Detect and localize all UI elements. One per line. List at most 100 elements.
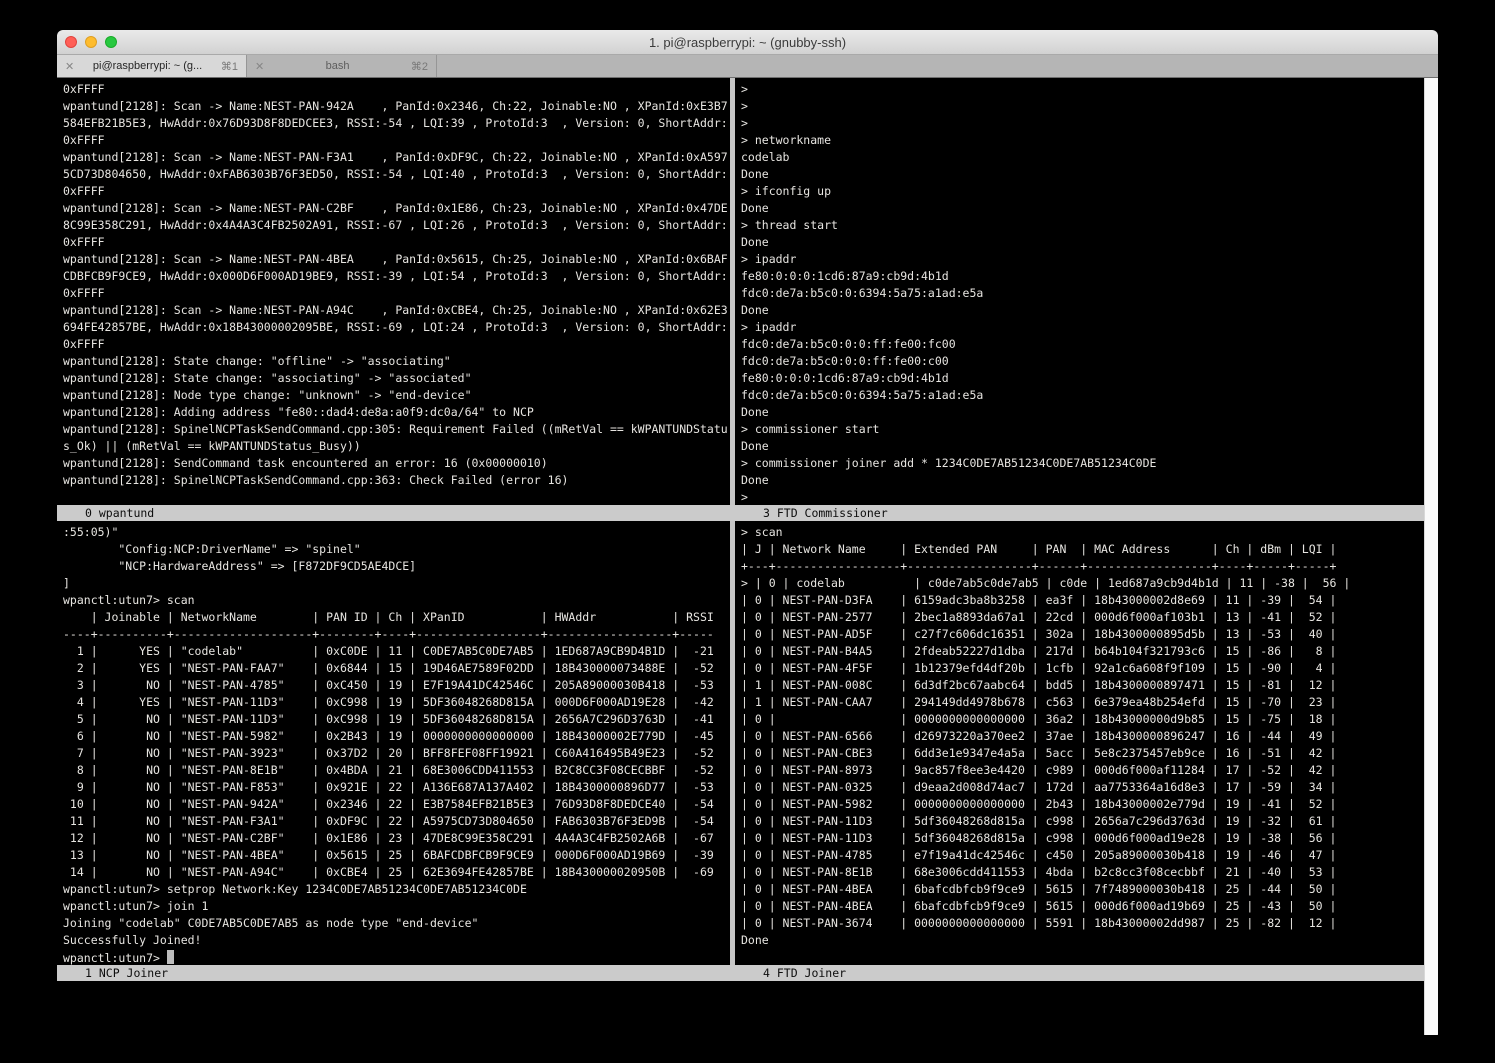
minimize-window-button[interactable] <box>85 36 97 48</box>
prompt-line: wpanctl:utun7> <box>63 950 730 965</box>
terminal-line: | 0 | NEST-PAN-11D3 | 5df36048268d815a |… <box>741 814 1438 831</box>
tab-label: bash <box>270 60 405 72</box>
terminal-line: > thread start <box>741 218 1438 235</box>
terminal-line: 5CD73D804650, HwAddr:0xFAB6303B76F3ED50,… <box>63 167 730 184</box>
terminal-line: | 1 | NEST-PAN-008C | 6d3df2bc67aabc64 |… <box>741 678 1438 695</box>
terminal-line: "Config:NCP:DriverName" => "spinel" <box>63 542 730 559</box>
terminal-line: wpantund[2128]: Scan -> Name:NEST-PAN-4B… <box>63 252 730 269</box>
tab-shortcut: ⌘1 <box>221 60 238 73</box>
status-ftd-commissioner: 3 FTD Commissioner <box>735 505 1438 521</box>
tab-ssh-session[interactable]: ✕ pi@raspberrypi: ~ (g... ⌘1 <box>57 55 247 77</box>
terminal-line: > ipaddr <box>741 252 1438 269</box>
terminal-line: +---+------------------+----------------… <box>741 559 1438 576</box>
terminal-line: 0xFFFF <box>63 82 730 99</box>
terminal-line: Done <box>741 473 1438 490</box>
terminal-line: | 0 | NEST-PAN-5982 | 0000000000000000 |… <box>741 797 1438 814</box>
terminal-line: 0xFFFF <box>63 184 730 201</box>
terminal-line: | 0 | NEST-PAN-4785 | e7f19a41dc42546c |… <box>741 848 1438 865</box>
terminal-line: 13 | NO | "NEST-PAN-4BEA" | 0x5615 | 25 … <box>63 848 730 865</box>
terminal-line: fe80:0:0:0:1cd6:87a9:cb9d:4b1d <box>741 371 1438 388</box>
terminal-line: wpantund[2128]: SpinelNCPTaskSendCommand… <box>63 422 730 439</box>
terminal-line: 11 | NO | "NEST-PAN-F3A1" | 0xDF9C | 22 … <box>63 814 730 831</box>
tab-label: pi@raspberrypi: ~ (g... <box>80 60 215 72</box>
terminal-line: > <box>741 99 1438 116</box>
terminal-line: | 0 | NEST-PAN-B4A5 | 2fdeab52227d1dba |… <box>741 644 1438 661</box>
terminal-line: 0xFFFF <box>63 133 730 150</box>
tab-bash[interactable]: ✕ bash ⌘2 <box>247 55 437 77</box>
terminal-line: wpantund[2128]: Scan -> Name:NEST-PAN-F3… <box>63 150 730 167</box>
terminal-line: ----+----------+--------------------+---… <box>63 627 730 644</box>
terminal-line: "NCP:HardwareAddress" => [F872DF9CD5AE4D… <box>63 559 730 576</box>
terminal-line: wpantund[2128]: SendCommand task encount… <box>63 456 730 473</box>
terminal-line: s_Ok) || (mRetVal == kWPANTUNDStatus_Bus… <box>63 439 730 456</box>
terminal-line: > ifconfig up <box>741 184 1438 201</box>
pane-ncp-joiner[interactable]: :55:05)" "Config:NCP:DriverName" => "spi… <box>57 521 730 965</box>
window-titlebar[interactable]: 1. pi@raspberrypi: ~ (gnubby-ssh) <box>57 30 1438 55</box>
pane-status-row-bottom: 1 NCP Joiner 4 FTD Joiner <box>57 965 1438 981</box>
terminal-line: wpantund[2128]: Node type change: "unkno… <box>63 388 730 405</box>
close-tab-icon[interactable]: ✕ <box>255 60 264 73</box>
window-title: 1. pi@raspberrypi: ~ (gnubby-ssh) <box>57 30 1438 55</box>
terminal-line: | 0 | NEST-PAN-3674 | 0000000000000000 |… <box>741 916 1438 933</box>
terminal-line: | 0 | NEST-PAN-AD5F | c27f7c606dc16351 |… <box>741 627 1438 644</box>
bottom-pane-row: :55:05)" "Config:NCP:DriverName" => "spi… <box>57 521 1438 965</box>
terminal-line: Done <box>741 439 1438 456</box>
terminal-line: 14 | NO | "NEST-PAN-A94C" | 0xCBE4 | 25 … <box>63 865 730 882</box>
terminal-line: fe80:0:0:0:1cd6:87a9:cb9d:4b1d <box>741 269 1438 286</box>
terminal-line: | 0 | NEST-PAN-4BEA | 6bafcdbfcb9f9ce9 |… <box>741 899 1438 916</box>
prompt-text: wpanctl:utun7> <box>63 951 167 965</box>
terminal-line: | 0 | NEST-PAN-11D3 | 5df36048268d815a |… <box>741 831 1438 848</box>
status-ftd-joiner: 4 FTD Joiner <box>735 965 1438 981</box>
terminal-line: 9 | NO | "NEST-PAN-F853" | 0x921E | 22 |… <box>63 780 730 797</box>
terminal-line: 12 | NO | "NEST-PAN-C2BF" | 0x1E86 | 23 … <box>63 831 730 848</box>
empty-terminal-area <box>57 981 1438 1035</box>
terminal-line: > scan <box>741 525 1438 542</box>
close-tab-icon[interactable]: ✕ <box>65 60 74 73</box>
terminal-line: 0xFFFF <box>63 337 730 354</box>
terminal-line: | 0 | NEST-PAN-4BEA | 6bafcdbfcb9f9ce9 |… <box>741 882 1438 899</box>
terminal-line: 4 | YES | "NEST-PAN-11D3" | 0xC998 | 19 … <box>63 695 730 712</box>
terminal-line: | J | Network Name | Extended PAN | PAN … <box>741 542 1438 559</box>
close-window-button[interactable] <box>65 36 77 48</box>
pane-ftd-commissioner[interactable]: >>>> networknamecodelabDone> ifconfig up… <box>735 78 1438 505</box>
terminal-line: wpantund[2128]: Scan -> Name:NEST-PAN-94… <box>63 99 730 116</box>
terminal-line: > <box>741 116 1438 133</box>
pane-wpantund[interactable]: 0xFFFFwpantund[2128]: Scan -> Name:NEST-… <box>57 78 730 505</box>
terminal-line: > commissioner joiner add * 1234C0DE7AB5… <box>741 456 1438 473</box>
tab-bar: ✕ pi@raspberrypi: ~ (g... ⌘1 ✕ bash ⌘2 <box>57 55 1438 78</box>
terminal-window: 1. pi@raspberrypi: ~ (gnubby-ssh) ✕ pi@r… <box>57 30 1438 1036</box>
terminal-line: > | 0 | codelab | c0de7ab5c0de7ab5 | c0d… <box>741 576 1438 593</box>
terminal-line: fdc0:de7a:b5c0:0:6394:5a75:a1ad:e5a <box>741 286 1438 303</box>
terminal-line: fdc0:de7a:b5c0:0:6394:5a75:a1ad:e5a <box>741 388 1438 405</box>
terminal-line: Done <box>741 167 1438 184</box>
terminal-line: 10 | NO | "NEST-PAN-942A" | 0x2346 | 22 … <box>63 797 730 814</box>
terminal-line: 5 | NO | "NEST-PAN-11D3" | 0xC998 | 19 |… <box>63 712 730 729</box>
terminal-line: | 0 | NEST-PAN-0325 | d9eaa2d008d74ac7 |… <box>741 780 1438 797</box>
terminal-line: Done <box>741 201 1438 218</box>
terminal-line: > <box>741 82 1438 99</box>
terminal-line: > ipaddr <box>741 320 1438 337</box>
tab-bar-empty-area <box>437 55 1438 77</box>
pane-ftd-joiner[interactable]: > scan| J | Network Name | Extended PAN … <box>735 521 1438 965</box>
pane-status-row-top: 0 wpantund 3 FTD Commissioner <box>57 505 1438 521</box>
terminal-line: 8C99E358C291, HwAddr:0x4A4A3C4FB2502A91,… <box>63 218 730 235</box>
terminal-line: wpantund[2128]: Scan -> Name:NEST-PAN-A9… <box>63 303 730 320</box>
terminal-line: | 0 | NEST-PAN-4F5F | 1b12379efd4df20b |… <box>741 661 1438 678</box>
terminal-line: fdc0:de7a:b5c0:0:0:ff:fe00:c00 <box>741 354 1438 371</box>
traffic-lights <box>65 36 117 48</box>
terminal-line: wpantund[2128]: Adding address "fe80::da… <box>63 405 730 422</box>
terminal-line: Done <box>741 405 1438 422</box>
terminal-line: Done <box>741 303 1438 320</box>
terminal-line: | 0 | NEST-PAN-8E1B | 68e3006cdd411553 |… <box>741 865 1438 882</box>
terminal-line: | 0 | | 0000000000000000 | 36a2 | 18b430… <box>741 712 1438 729</box>
tab-shortcut: ⌘2 <box>411 60 428 73</box>
terminal-line: 2 | YES | "NEST-PAN-FAA7" | 0x6844 | 15 … <box>63 661 730 678</box>
terminal-line: > <box>741 490 1438 505</box>
terminal-line: | 0 | NEST-PAN-8973 | 9ac857f8ee3e4420 |… <box>741 763 1438 780</box>
terminal-line: fdc0:de7a:b5c0:0:0:ff:fe00:fc00 <box>741 337 1438 354</box>
terminal-line: codelab <box>741 150 1438 167</box>
terminal-line: :55:05)" <box>63 525 730 542</box>
scrollbar-track[interactable] <box>1424 78 1438 1035</box>
terminal-line: 3 | NO | "NEST-PAN-4785" | 0xC450 | 19 |… <box>63 678 730 695</box>
zoom-window-button[interactable] <box>105 36 117 48</box>
